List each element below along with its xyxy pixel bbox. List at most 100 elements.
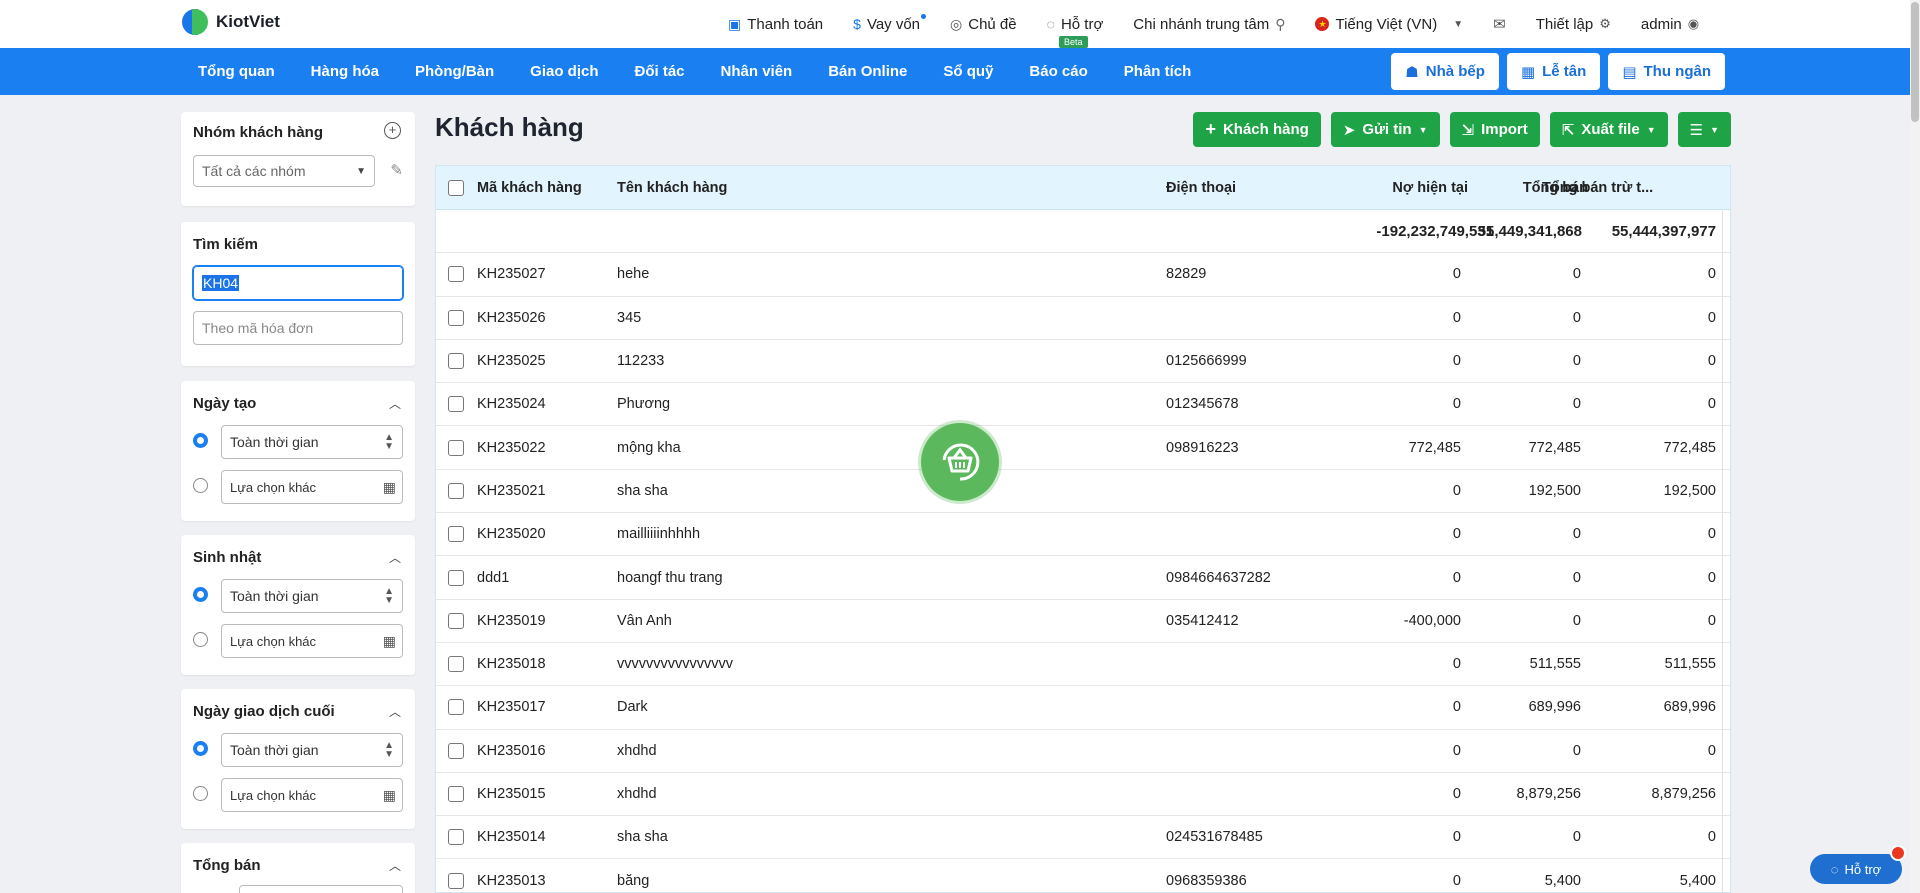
column-net-sales[interactable]: Tổng bán trừ t...	[1542, 166, 1653, 209]
row-checkbox[interactable]	[448, 569, 464, 586]
nav-item-overview[interactable]: Tổng quan	[180, 63, 293, 80]
last-tx-all-time-select[interactable]: Toàn thời gian ▲ ▼	[221, 733, 403, 767]
last-tx-all-time-radio[interactable]	[193, 741, 208, 756]
scrollbar-thumb[interactable]	[1911, 2, 1919, 122]
created-custom-radio[interactable]	[193, 478, 208, 493]
current-debt: 0	[1452, 526, 1461, 543]
row-checkbox[interactable]	[448, 742, 464, 759]
row-checkbox[interactable]	[448, 482, 464, 499]
row-checkbox[interactable]	[448, 396, 464, 413]
column-code[interactable]: Mã khách hàng	[477, 166, 582, 209]
table-row[interactable]: ddd1 hoangf thu trang 0984664637282 0 0 0	[436, 556, 1730, 600]
select-all-checkbox[interactable]	[448, 179, 464, 196]
row-checkbox[interactable]	[448, 612, 464, 629]
birthday-custom-select[interactable]: Lựa chọn khác ▦	[221, 624, 403, 658]
table-row[interactable]: KH235027 hehe 82829 0 0 0	[436, 253, 1730, 297]
row-checkbox[interactable]	[448, 309, 464, 326]
column-debt[interactable]: Nợ hiện tại	[1286, 166, 1468, 209]
customer-code: KH235019	[477, 612, 546, 629]
row-checkbox[interactable]	[448, 266, 464, 283]
reception-button[interactable]: ▦ Lễ tân	[1506, 53, 1601, 90]
plus-icon: +	[1205, 119, 1216, 139]
customer-code: KH235018	[477, 656, 546, 673]
chevron-up-icon[interactable]: ︿	[389, 703, 401, 720]
column-phone[interactable]: Điện thoại	[1166, 166, 1236, 209]
table-row[interactable]: KH235022 mộng kha 098916223 772,485 772,485 7…	[436, 426, 1730, 470]
birthday-all-time-select[interactable]: Toàn thời gian ▲ ▼	[221, 579, 403, 613]
table-row[interactable]: KH235021 sha sha 0 192,500 192,500	[436, 470, 1730, 514]
customer-search-input[interactable]: KH04	[193, 266, 403, 300]
row-checkbox[interactable]	[448, 829, 464, 846]
import-button[interactable]: ⇲ Import	[1449, 112, 1540, 147]
invoice-search-placeholder: Theo mã hóa đơn	[202, 320, 314, 336]
customer-code: KH235025	[477, 353, 546, 370]
theme-link[interactable]: ◎ Chủ đề	[950, 16, 1017, 33]
created-custom-select[interactable]: Lựa chọn khác ▦	[221, 470, 403, 504]
customer-group-title: Nhóm khách hàng	[193, 124, 324, 141]
row-checkbox[interactable]	[448, 353, 464, 370]
support-link[interactable]: ◌ Hỗ trợ	[1047, 16, 1104, 33]
edit-group-icon[interactable]: ✎	[390, 161, 403, 179]
nav-item-online-sales[interactable]: Bán Online	[810, 63, 925, 80]
table-row[interactable]: KH235025 112233 0125666999 0 0 0	[436, 340, 1730, 384]
payment-link[interactable]: ▣ Thanh toán	[728, 16, 823, 33]
total-net-sales: 55,444,397,977	[1611, 222, 1716, 240]
customer-group-select[interactable]: Tất cả các nhóm ▼	[193, 155, 375, 187]
add-group-icon[interactable]: +	[384, 122, 401, 139]
column-name[interactable]: Tên khách hàng	[617, 166, 727, 209]
birthday-all-time-radio[interactable]	[193, 587, 208, 602]
created-all-time-select[interactable]: Toàn thời gian ▲ ▼	[221, 425, 403, 459]
chevron-up-icon[interactable]: ︿	[389, 549, 401, 566]
mail-button[interactable]: ✉	[1493, 15, 1506, 33]
last-tx-custom-radio[interactable]	[193, 786, 208, 801]
kiotviet-logo[interactable]: KiotViet	[180, 7, 280, 37]
column-toggle-button[interactable]: ☰ ▼	[1677, 112, 1731, 147]
table-row[interactable]: KH235018 vvvvvvvvvvvvvvvv 0 511,555 511,555	[436, 643, 1730, 687]
total-sales-input[interactable]	[239, 885, 403, 893]
nav-item-analytics[interactable]: Phân tích	[1106, 63, 1210, 80]
settings-link[interactable]: Thiết lập ⚙	[1536, 16, 1611, 33]
send-message-button[interactable]: ➤ Gửi tin ▼	[1330, 112, 1440, 147]
row-checkbox[interactable]	[448, 699, 464, 716]
nav-item-products[interactable]: Hàng hóa	[293, 63, 397, 80]
customer-phone: 098916223	[1166, 439, 1239, 456]
page-scrollbar[interactable]	[1910, 0, 1920, 893]
table-row[interactable]: KH235020 mailliiiinhhhh 0 0 0	[436, 513, 1730, 557]
nav-item-rooms[interactable]: Phòng/Bàn	[397, 63, 512, 80]
invoice-search-input[interactable]: Theo mã hóa đơn	[193, 311, 403, 345]
branch-selector[interactable]: Chi nhánh trung tâm ⚲	[1133, 16, 1285, 33]
table-row[interactable]: KH235014 sha sha 024531678485 0 0 0	[436, 816, 1730, 860]
help-chat-button[interactable]: ◌ Hỗ trợ	[1810, 854, 1902, 884]
table-row[interactable]: KH235024 Phương 012345678 0 0 0	[436, 383, 1730, 427]
row-checkbox[interactable]	[448, 872, 464, 889]
table-row[interactable]: KH235019 Vân Anh 035412412 -400,000 0 0	[436, 600, 1730, 643]
row-checkbox[interactable]	[448, 526, 464, 543]
table-row[interactable]: KH235016 xhdhd 0 0 0	[436, 730, 1730, 773]
user-menu[interactable]: admin ◉	[1641, 16, 1699, 33]
kitchen-button[interactable]: ☗ Nhà bếp	[1391, 53, 1499, 90]
row-checkbox[interactable]	[448, 786, 464, 802]
table-row[interactable]: KH235017 Dark 0 689,996 689,996	[436, 686, 1730, 730]
add-customer-button[interactable]: + Khách hàng	[1193, 112, 1321, 147]
birthday-custom-radio[interactable]	[193, 632, 208, 647]
cashier-button[interactable]: ▤ Thu ngân	[1608, 53, 1725, 90]
language-selector[interactable]: ★ Tiếng Việt (VN) ▼	[1315, 16, 1463, 33]
loan-link[interactable]: $ Vay vốn	[853, 13, 927, 33]
table-row[interactable]: KH235015 xhdhd 0 8,879,256 8,879,256	[436, 773, 1730, 817]
money-bag-icon: $	[853, 16, 861, 32]
nav-item-cashbook[interactable]: Sổ quỹ	[925, 63, 1011, 80]
export-button[interactable]: ⇱ Xuất file ▼	[1549, 112, 1668, 147]
created-all-time-radio[interactable]	[193, 433, 208, 448]
chevron-up-icon[interactable]: ︿	[389, 857, 401, 874]
table-row[interactable]: KH235013 băng 0968359386 0 5,400 5,400	[436, 859, 1730, 892]
chevron-up-icon[interactable]: ︿	[389, 395, 401, 412]
row-checkbox[interactable]	[448, 656, 464, 673]
nav-item-reports[interactable]: Báo cáo	[1011, 63, 1105, 80]
last-tx-custom-select[interactable]: Lựa chọn khác ▦	[221, 778, 403, 812]
nav-item-transactions[interactable]: Giao dịch	[512, 63, 616, 80]
table-row[interactable]: KH235026 345 0 0 0	[436, 297, 1730, 340]
nav-item-staff[interactable]: Nhân viên	[703, 63, 811, 80]
row-checkbox[interactable]	[448, 439, 464, 456]
nav-item-partners[interactable]: Đối tác	[617, 63, 703, 80]
total-sales-value: 772,485	[1528, 439, 1581, 456]
